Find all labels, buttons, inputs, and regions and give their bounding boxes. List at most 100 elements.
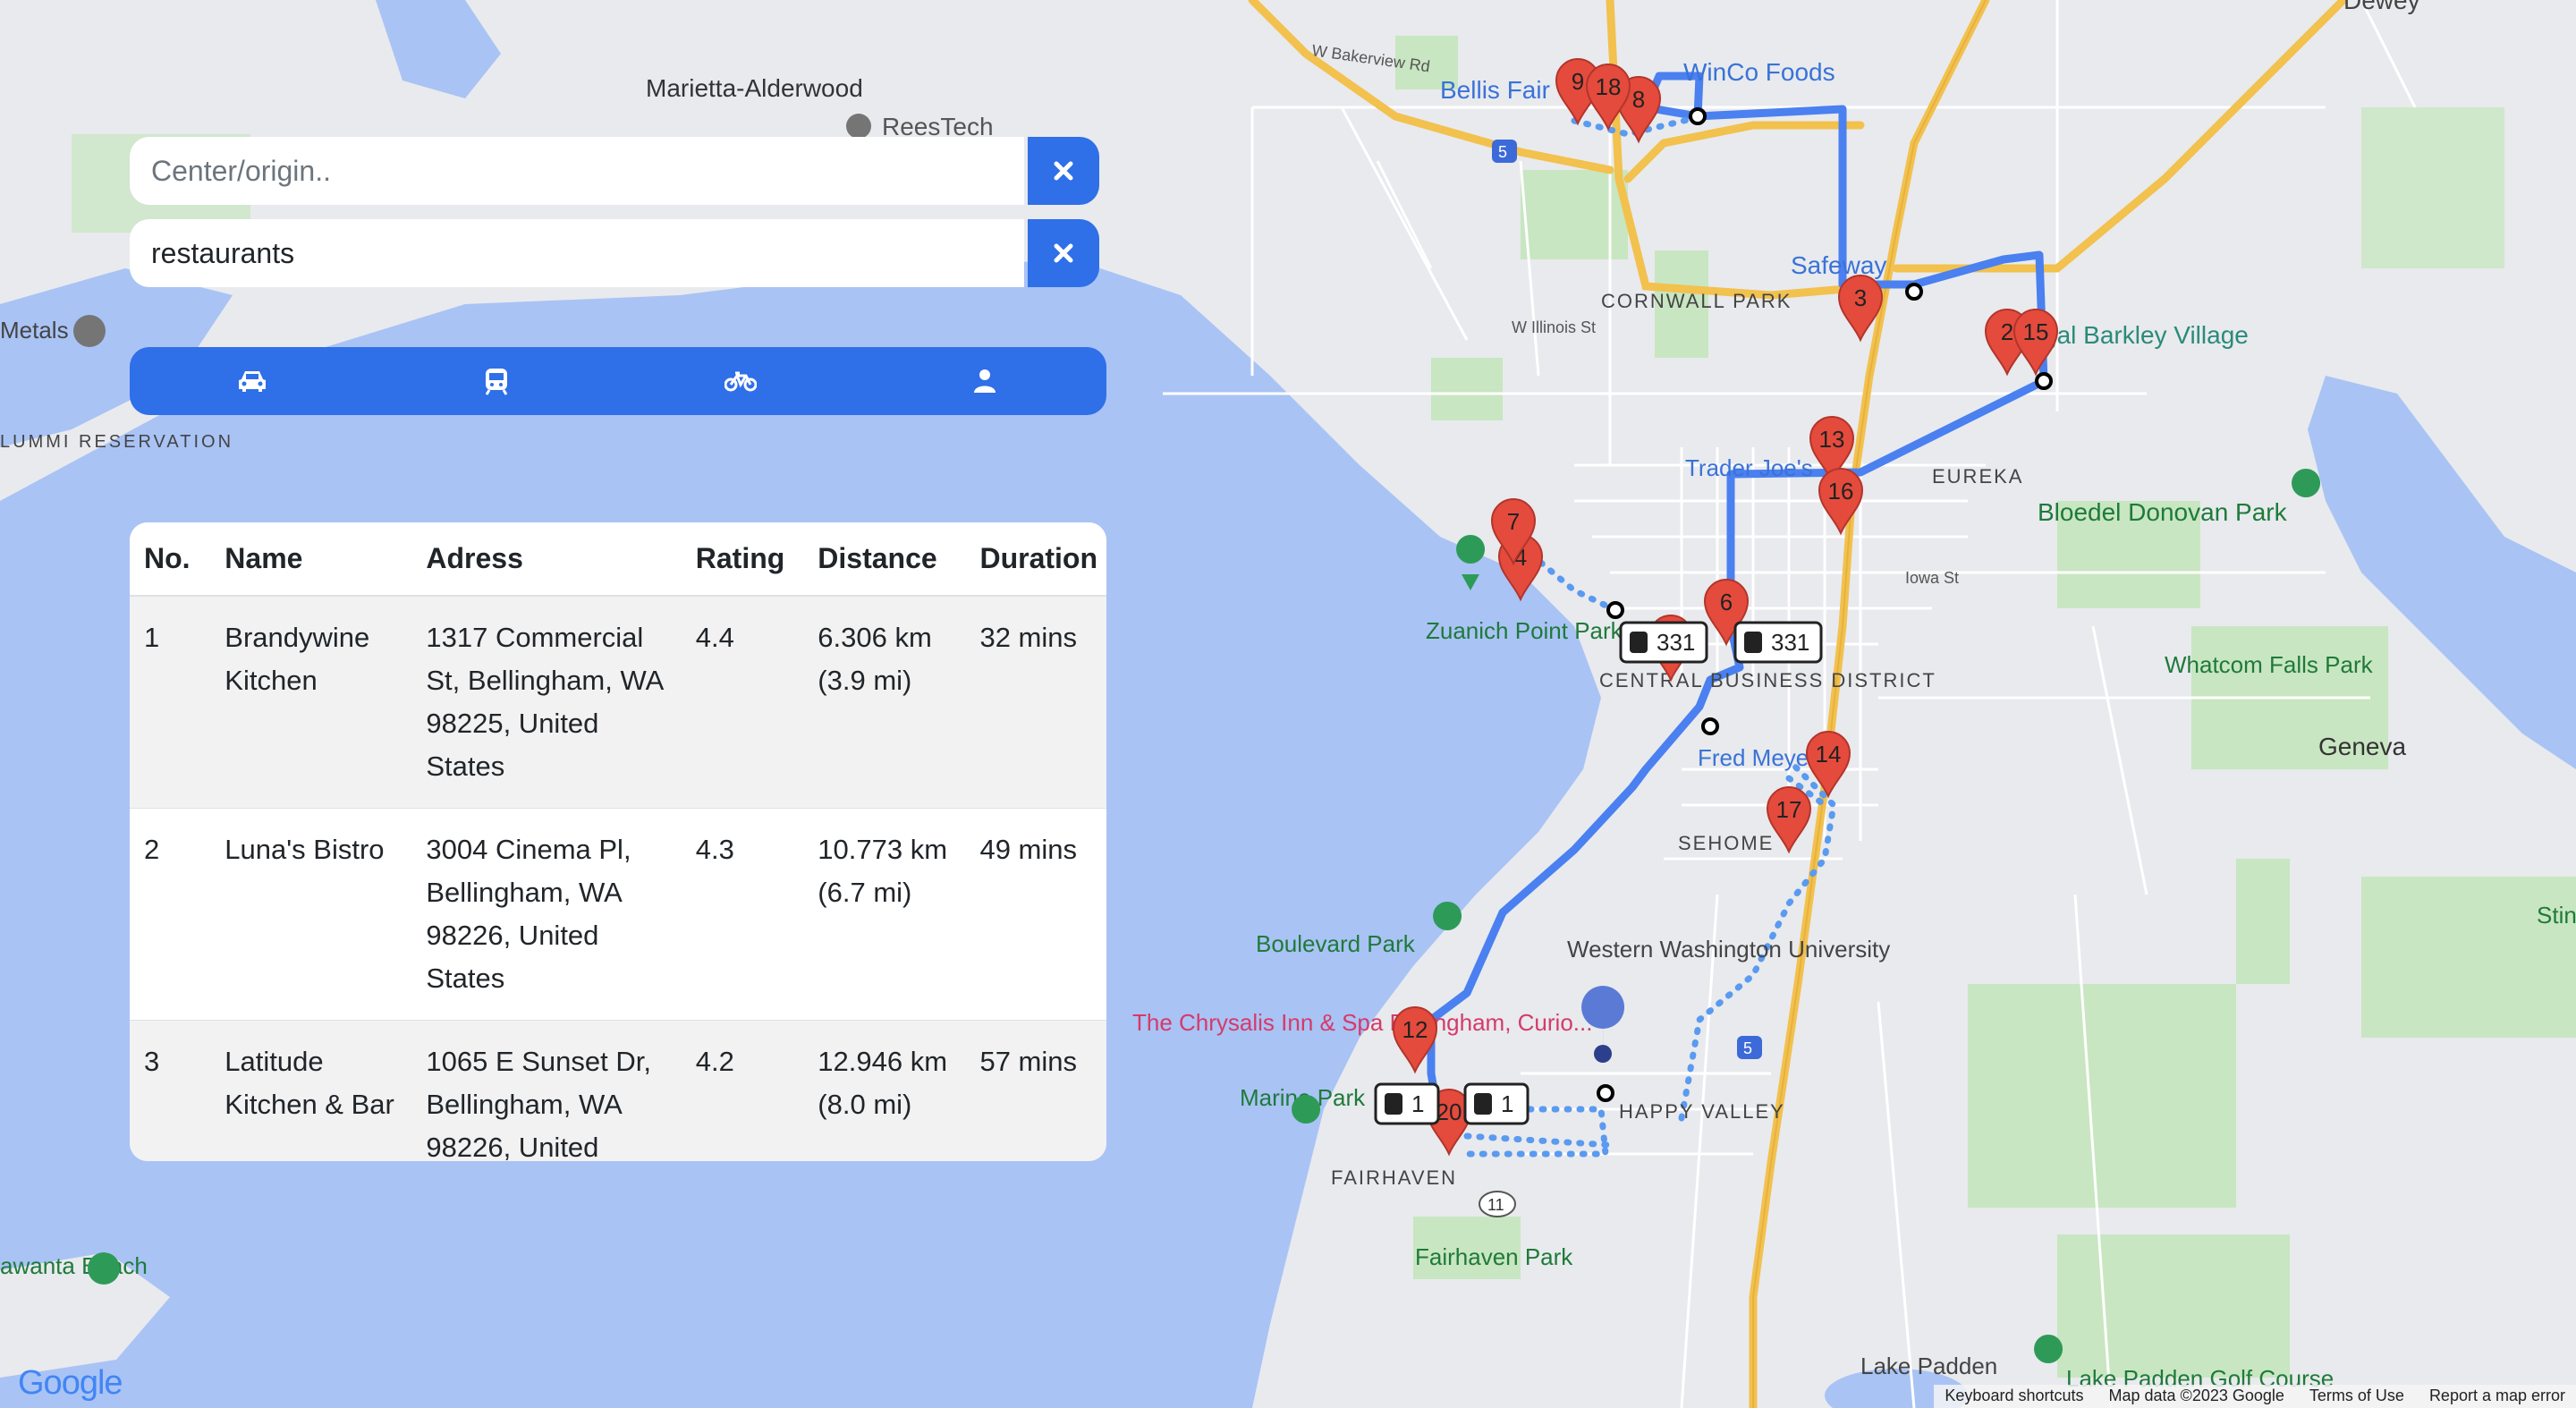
terms-link[interactable]: Terms of Use <box>2309 1387 2404 1406</box>
google-logo: Google <box>18 1364 123 1402</box>
walking-person-icon <box>973 369 996 393</box>
mode-transit-button[interactable] <box>374 347 618 415</box>
mode-bicycle-button[interactable] <box>618 347 862 415</box>
transit-line-label: 331 <box>1771 629 1809 656</box>
marker-label: 17 <box>1776 796 1802 823</box>
map-data-attribution: Map data ©2023 Google <box>2108 1387 2284 1404</box>
close-icon <box>1054 243 1073 263</box>
label-barkley: gal Barkley Village <box>2043 321 2249 349</box>
close-icon <box>1054 161 1073 181</box>
label-bellis: Bellis Fair <box>1440 76 1550 104</box>
label-wwu: Western Washington University <box>1567 936 1890 963</box>
label-fairhaven: FAIRHAVEN <box>1331 1166 1457 1189</box>
query-input[interactable] <box>130 219 1024 287</box>
map-footer: Keyboard shortcuts Map data ©2023 Google… <box>1934 1385 2576 1408</box>
cell-no: 2 <box>130 808 211 1021</box>
bus-icon <box>1744 632 1762 653</box>
clear-query-button[interactable] <box>1028 219 1099 287</box>
marker-label: 9 <box>1572 68 1584 95</box>
cell-duration: 49 mins <box>965 808 1106 1021</box>
cell-duration: 32 mins <box>965 595 1106 809</box>
svg-text:5: 5 <box>1498 143 1507 161</box>
table-row[interactable]: 3 Latitude Kitchen & Bar 1065 E Sunset D… <box>130 1020 1106 1161</box>
transit-line-label: 331 <box>1657 629 1695 656</box>
label-chrysalis: The Chrysalis Inn & Spa Bellingham, Curi… <box>1132 1009 1592 1036</box>
label-sehome: SEHOME <box>1678 832 1774 854</box>
table-row[interactable]: 1 Brandywine Kitchen 1317 Commercial St,… <box>130 595 1106 809</box>
cell-name: Luna's Bistro <box>210 808 412 1021</box>
street-iowa: Iowa St <box>1905 569 1959 587</box>
bicycle-icon <box>724 371 757 392</box>
park-pin-icon <box>1292 1095 1321 1124</box>
cell-address: 3004 Cinema Pl, Bellingham, WA 98226, Un… <box>411 808 682 1021</box>
bus-icon <box>1630 632 1648 653</box>
mode-walking-button[interactable] <box>862 347 1106 415</box>
label-winco: WinCo Foods <box>1683 58 1835 86</box>
marker-label: 16 <box>1828 478 1854 505</box>
col-header-name: Name <box>210 522 412 597</box>
label-eureka: EUREKA <box>1932 465 2023 488</box>
marker-label: 2 <box>2001 318 2013 345</box>
transit-line-label: 1 <box>1411 1090 1424 1117</box>
col-header-distance: Distance <box>803 522 966 597</box>
park-pin-icon <box>2034 1335 2063 1363</box>
transit-badge[interactable]: 1 <box>1463 1082 1530 1125</box>
transit-badge[interactable]: 331 <box>1733 621 1823 664</box>
label-beach: awanta Beach <box>0 1252 148 1279</box>
clear-origin-button[interactable] <box>1028 137 1099 205</box>
label-whatcom: Whatcom Falls Park <box>2165 651 2374 678</box>
bus-icon <box>1385 1093 1402 1115</box>
origin-input[interactable] <box>130 137 1024 205</box>
table-row[interactable]: 2 Luna's Bistro 3004 Cinema Pl, Bellingh… <box>130 808 1106 1021</box>
transit-badge[interactable]: 1 <box>1374 1082 1440 1125</box>
cell-distance: 6.306 km (3.9 mi) <box>803 595 966 809</box>
col-header-no: No. <box>130 522 211 597</box>
query-search-row <box>130 219 1099 287</box>
report-error-link[interactable]: Report a map error <box>2429 1387 2565 1406</box>
label-bloedel: Bloedel Donovan Park <box>2038 498 2288 526</box>
cell-address: 1065 E Sunset Dr, Bellingham, WA 98226, … <box>411 1020 682 1161</box>
cell-address: 1317 Commercial St, Bellingham, WA 98225… <box>411 595 682 809</box>
car-icon <box>238 371 266 392</box>
col-header-duration: Duration <box>965 522 1106 597</box>
train-icon <box>485 369 507 395</box>
label-geneva: Geneva <box>2318 733 2406 760</box>
marker-label: 14 <box>1816 741 1842 768</box>
marker-label: 20 <box>1436 1098 1462 1125</box>
transit-badge[interactable]: 331 <box>1619 621 1708 664</box>
mode-driving-button[interactable] <box>130 347 374 415</box>
results-table: No. Name Adress Rating Distance Duration… <box>130 522 1106 1161</box>
svg-text:11: 11 <box>1487 1196 1504 1214</box>
cell-no: 3 <box>130 1020 211 1161</box>
cell-distance: 12.946 km (8.0 mi) <box>803 1020 966 1161</box>
travel-mode-bar <box>130 347 1106 415</box>
marker-label: 18 <box>1596 73 1622 100</box>
cell-rating: 4.4 <box>681 595 804 809</box>
marker-label: 15 <box>2023 318 2049 345</box>
marker-label: 7 <box>1507 508 1520 535</box>
keyboard-shortcuts-link[interactable]: Keyboard shortcuts <box>1945 1387 2083 1406</box>
cell-duration: 57 mins <box>965 1020 1106 1161</box>
cell-rating: 4.3 <box>681 808 804 1021</box>
street-illinois: W Illinois St <box>1512 318 1596 336</box>
label-stinna: Stin Na <box>2537 902 2576 929</box>
marker-label: 12 <box>1402 1016 1428 1043</box>
label-boulevardpark: Boulevard Park <box>1256 930 1416 957</box>
label-zuanich: Zuanich Point Park <box>1426 617 1623 644</box>
marker-label: 8 <box>1632 86 1645 113</box>
label-trader: Trader Joe's <box>1685 454 1813 481</box>
marker-label: 13 <box>1819 426 1845 453</box>
label-fredmeyer: Fred Meyer <box>1698 744 1817 771</box>
table-header-row: No. Name Adress Rating Distance Duration <box>130 522 1106 597</box>
svg-text:5: 5 <box>1743 1039 1752 1057</box>
park-pin-icon <box>1433 902 1462 930</box>
cell-no: 1 <box>130 595 211 809</box>
label-happyvalley: HAPPY VALLEY <box>1619 1100 1785 1123</box>
marker-label: 6 <box>1720 589 1733 615</box>
results-panel[interactable]: No. Name Adress Rating Distance Duration… <box>130 522 1106 1161</box>
beach-icon <box>88 1252 120 1285</box>
label-fairhavenpark: Fairhaven Park <box>1415 1243 1573 1270</box>
label-safeway: Safeway <box>1791 251 1886 279</box>
label-cornwall: CORNWALL PARK <box>1601 290 1792 312</box>
cell-distance: 10.773 km (6.7 mi) <box>803 808 966 1021</box>
